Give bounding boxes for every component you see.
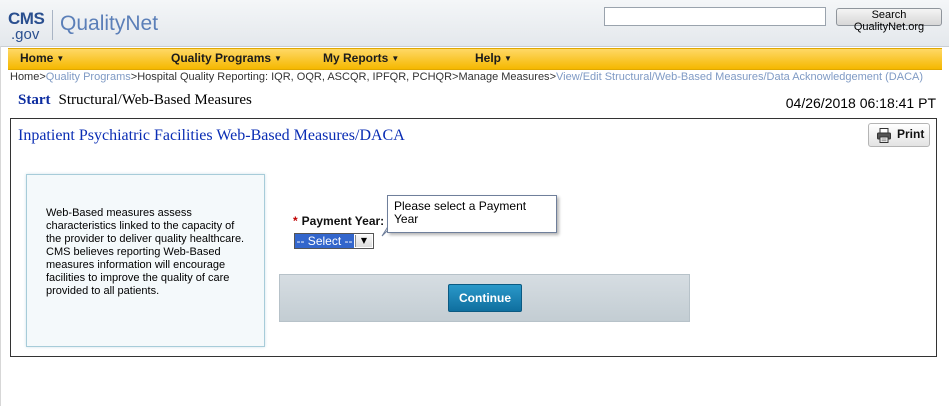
info-box: Web-Based measures assess characteristic… bbox=[26, 174, 265, 347]
nav-item-home[interactable]: Home ▼ bbox=[20, 51, 64, 65]
select-value: -- Select -- bbox=[295, 234, 354, 248]
logo-divider bbox=[52, 10, 53, 40]
page-title: Structural/Web-Based Measures bbox=[58, 92, 252, 108]
caret-down-icon: ▼ bbox=[56, 54, 65, 63]
breadcrumb: Home>Quality Programs>Hospital Quality R… bbox=[10, 71, 923, 83]
nav-item-my-reports[interactable]: My Reports ▼ bbox=[323, 51, 399, 65]
action-bar: Continue bbox=[279, 274, 690, 322]
nav-item-help[interactable]: Help ▼ bbox=[475, 51, 512, 65]
measures-panel: Inpatient Psychiatric Facilities Web-Bas… bbox=[10, 118, 937, 357]
nav-item-label: Help bbox=[475, 51, 502, 65]
timestamp: 04/26/2018 06:18:41 PT bbox=[785, 95, 936, 111]
info-text: Web-Based measures assess characteristic… bbox=[46, 207, 245, 297]
logo-qualitynet-text: QualityNet bbox=[60, 12, 159, 35]
start-link[interactable]: Start bbox=[18, 92, 51, 108]
payment-year-tooltip: Please select a Payment Year bbox=[387, 195, 557, 233]
print-label: Print bbox=[897, 127, 925, 141]
print-button[interactable]: Print bbox=[868, 123, 930, 147]
nav-item-label: Quality Programs bbox=[171, 51, 272, 65]
printer-icon bbox=[877, 128, 891, 143]
panel-title: Inpatient Psychiatric Facilities Web-Bas… bbox=[18, 127, 405, 144]
breadcrumb-current-page: View/Edit Structural/Web-Based Measures/… bbox=[556, 71, 924, 83]
caret-down-icon: ▼ bbox=[391, 54, 400, 63]
caret-down-icon: ▼ bbox=[504, 54, 512, 63]
nav-item-quality-programs[interactable]: Quality Programs ▼ bbox=[171, 51, 282, 65]
required-marker: * bbox=[293, 214, 298, 228]
payment-year-label-text: Payment Year: bbox=[301, 214, 385, 228]
breadcrumb-manage-measures[interactable]: Manage Measures bbox=[458, 71, 549, 83]
search-input[interactable] bbox=[604, 7, 826, 26]
payment-year-select[interactable]: -- Select -- ▼ bbox=[294, 233, 374, 249]
breadcrumb-home[interactable]: Home bbox=[10, 71, 39, 83]
continue-button[interactable]: Continue bbox=[448, 284, 522, 312]
nav-item-label: My Reports bbox=[323, 51, 389, 65]
breadcrumb-quality-programs[interactable]: Quality Programs bbox=[46, 71, 131, 83]
site-header: CMS .gov QualityNet Search QualityNet.or… bbox=[0, 0, 949, 47]
chevron-down-icon[interactable]: ▼ bbox=[355, 235, 372, 247]
caret-down-icon: ▼ bbox=[274, 54, 282, 63]
logo-gov-text: .gov bbox=[11, 26, 40, 43]
main-nav: Home ▼ Quality Programs ▼ My Reports ▼ Help… bbox=[8, 48, 942, 70]
page-left-border bbox=[0, 46, 1, 406]
search-button[interactable]: Search QualityNet.org bbox=[836, 8, 942, 33]
payment-year-label: * Payment Year: bbox=[293, 214, 384, 228]
page-title-row: Start Structural/Web-Based Measures bbox=[18, 92, 252, 109]
breadcrumb-hospital-quality-reporting[interactable]: Hospital Quality Reporting: IQR, OQR, AS… bbox=[137, 71, 452, 83]
nav-item-label: Home bbox=[20, 51, 54, 65]
